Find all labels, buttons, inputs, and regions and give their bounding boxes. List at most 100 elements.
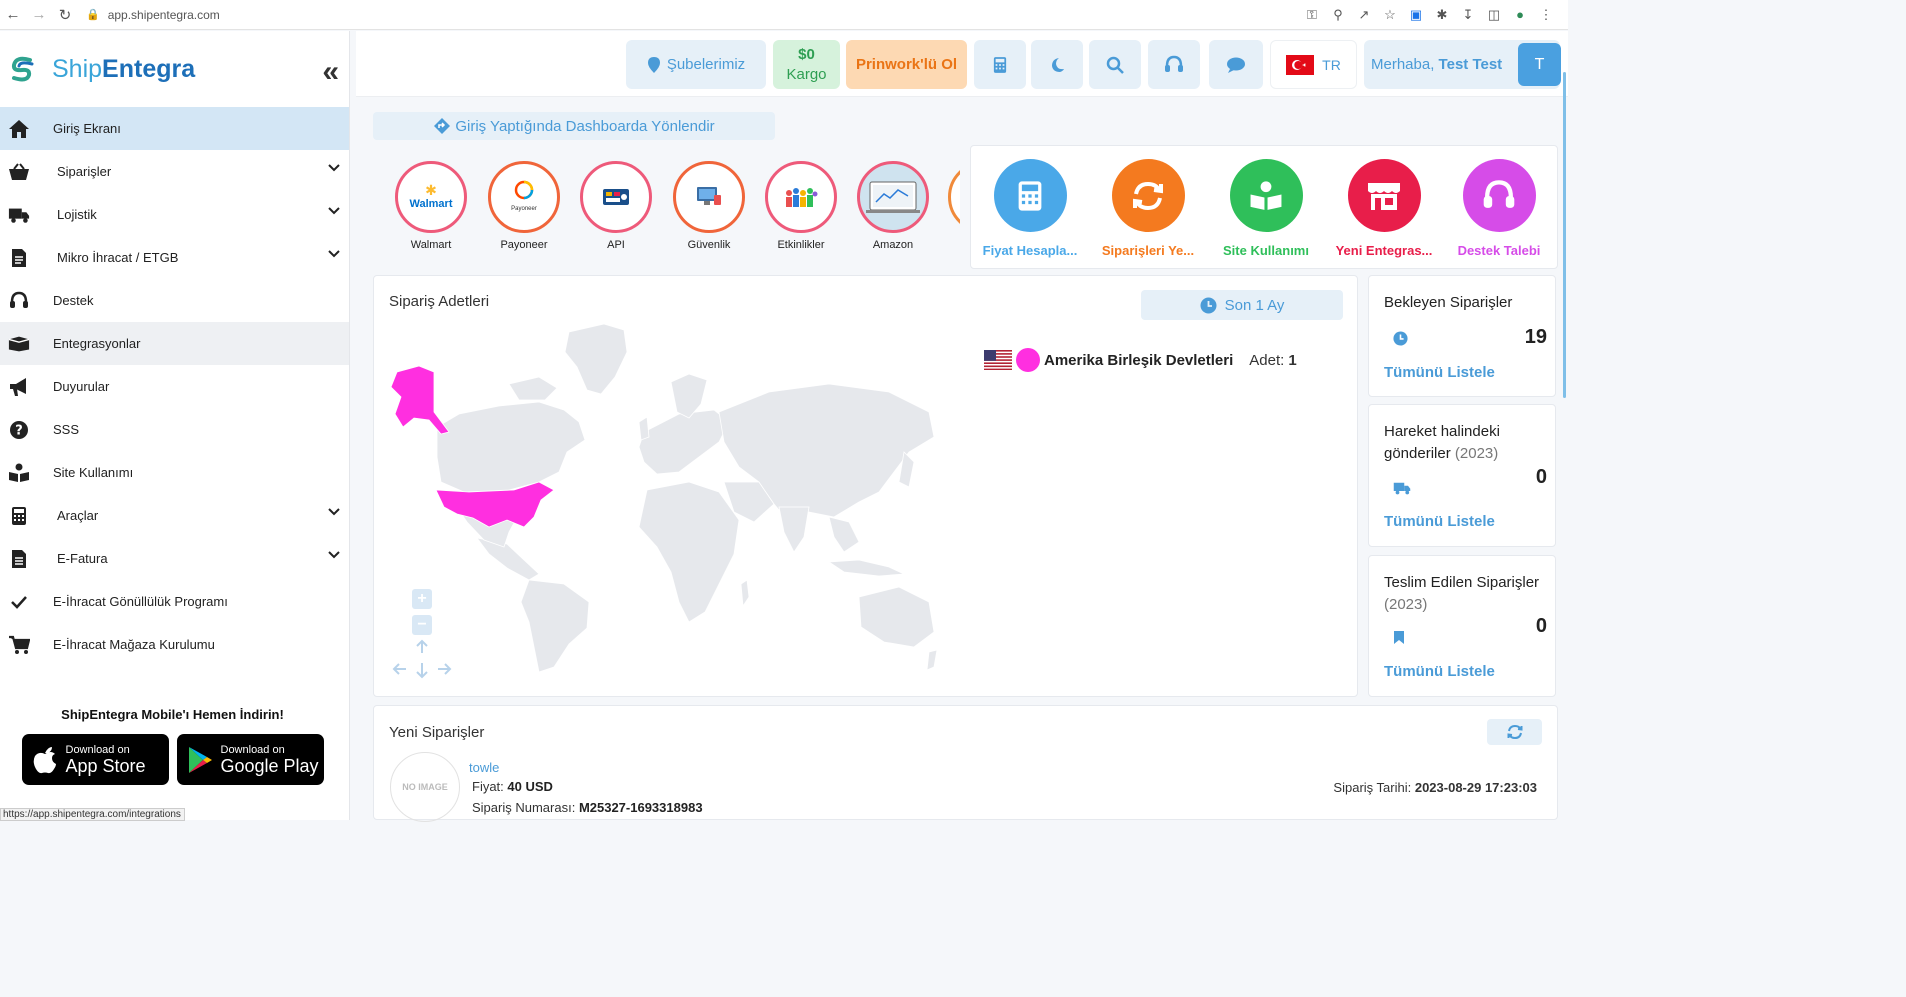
zoom-in-button[interactable]: + [412,589,432,609]
google-play-button[interactable]: Download on Google Play [176,734,324,785]
integration-amazon[interactable]: Amazon [857,161,929,251]
bookmark-icon [1394,631,1404,644]
sidebar-item-orders[interactable]: Siparişler [0,150,349,193]
stat-value: 19 [1524,326,1547,348]
sidebar-item-tools[interactable]: Araçlar [0,494,349,537]
world-map[interactable] [389,322,939,677]
dark-mode-button[interactable] [1031,40,1083,89]
sidebar-item-eexport-store[interactable]: E-İhracat Mağaza Kurulumu [0,623,349,666]
refresh-button[interactable] [1487,719,1542,745]
reader-icon [1229,159,1303,232]
security-logo [673,161,745,233]
megaphone-icon [8,376,30,398]
key-icon[interactable]: ⚿ [1304,7,1320,23]
list-all-link[interactable]: Tümünü Listele [1384,513,1495,530]
forward-icon[interactable]: → [26,2,52,28]
quick-price-calc[interactable]: Fiyat Hesapla... [971,159,1089,258]
sidebar-item-support[interactable]: Destek [0,279,349,322]
cart-icon [8,634,30,656]
collapse-sidebar-icon[interactable]: « [322,55,339,89]
new-orders-card: Yeni Siparişler NO IMAGE towle Fiyat: 40… [373,705,1558,822]
sidebar-item-announcements[interactable]: Duyurular [0,365,349,408]
chat-icon [1227,57,1245,73]
stat-value: 0 [1535,466,1547,488]
avatar[interactable]: T [1518,43,1561,86]
prinwork-button[interactable]: Prinwork'lü Ol [846,40,967,89]
sidebar-item-logistics[interactable]: Lojistik [0,193,349,236]
turkey-flag-icon [1286,54,1315,75]
pan-arrows-icon[interactable] [390,639,454,679]
integration-walmart[interactable]: ✱ Walmart Walmart [395,161,467,251]
cargo-balance-button[interactable]: $0 Kargo [773,40,840,89]
headset-icon [8,290,30,312]
star-icon[interactable]: ☆ [1382,7,1398,23]
browser-actions: ⚿ ⚲ ↗ ☆ ▣ ✱ ↧ ◫ ● ⋮ [1304,7,1554,23]
address-bar[interactable]: 🔒 app.shipentegra.com [86,3,1304,27]
count-label: Adet: [1249,351,1285,369]
integration-events[interactable]: Etkinlikler [765,161,837,251]
menu-icon[interactable]: ⋮ [1538,7,1554,23]
stat-value: 0 [1535,615,1547,637]
invoice-icon [8,548,30,570]
download-icon[interactable]: ↧ [1460,7,1476,23]
product-name-link[interactable]: towle [469,760,499,775]
headset-icon [1462,159,1536,232]
status-url: https://app.shipentegra.com/integrations [0,808,185,821]
dashboard-redirect-toggle[interactable]: Giriş Yaptığında Dashboarda Yönlendir [373,112,775,140]
translate-icon[interactable]: ▣ [1408,7,1424,23]
stat-title: Bekleyen Siparişler [1384,294,1513,311]
sidebar-item-home[interactable]: Giriş Ekranı [0,107,349,150]
integration-api[interactable]: API [580,161,652,251]
integration-partial[interactable] [948,161,960,233]
google-play-icon [185,745,215,775]
integration-payoneer[interactable]: Payoneer Payoneer [488,161,560,251]
quick-site-usage[interactable]: Site Kullanımı [1207,159,1325,258]
zoom-icon[interactable]: ⚲ [1330,7,1346,23]
language-selector[interactable]: TR [1270,40,1357,89]
profile-icon[interactable]: ● [1512,7,1528,23]
support-button[interactable] [1148,40,1200,89]
us-flag-icon [984,350,1012,370]
sidebar-item-micro-export[interactable]: Mikro İhracat / ETGB [0,236,349,279]
sidebar-item-site-usage[interactable]: Site Kullanımı [0,451,349,494]
chat-button[interactable] [1209,40,1263,89]
location-pin-icon [647,56,660,73]
sidebar-item-einvoice[interactable]: E-Fatura [0,537,349,580]
lock-icon: 🔒 [86,9,100,21]
country-name: Amerika Birleşik Devletleri [1044,351,1234,369]
zoom-out-button[interactable]: − [412,615,432,635]
apple-icon [30,745,60,775]
chevron-down-icon [328,551,340,559]
quick-new-integration[interactable]: Yeni Entegras... [1325,159,1443,258]
stat-delivered: Teslim Edilen Siparişler (2023) 0 Tümünü… [1368,555,1556,697]
quick-sync-orders[interactable]: Siparişleri Ye... [1089,159,1207,258]
sidebar-item-eexport-program[interactable]: E-İhracat Gönüllülük Programı [0,580,349,623]
list-all-link[interactable]: Tümünü Listele [1384,663,1495,680]
sidepanel-icon[interactable]: ◫ [1486,7,1502,23]
sidebar-item-integrations[interactable]: Entegrasyonlar [0,322,349,365]
refresh-icon [1507,724,1522,740]
calculator-button[interactable] [974,40,1026,89]
scrollbar[interactable] [1563,72,1566,398]
stat-title: Hareket halindeki gönderiler (2023) [1384,423,1500,462]
share-icon[interactable]: ↗ [1356,7,1372,23]
walmart-logo: ✱ Walmart [395,161,467,233]
mobile-download: ShipEntegra Mobile'ı Hemen İndirin! Down… [0,707,345,785]
document-icon [8,247,30,269]
branches-button[interactable]: Şubelerimiz [626,40,766,89]
search-button[interactable] [1089,40,1141,89]
period-selector[interactable]: Son 1 Ay [1141,290,1343,320]
reload-icon[interactable]: ↻ [52,2,78,28]
list-all-link[interactable]: Tümünü Listele [1384,364,1495,381]
browser-toolbar: ← → ↻ 🔒 app.shipentegra.com ⚿ ⚲ ↗ ☆ ▣ ✱ … [0,0,1568,30]
logo[interactable]: ShipEntegra [0,31,349,107]
app-store-button[interactable]: Download on App Store [21,734,169,785]
sidebar-item-faq[interactable]: ? SSS [0,408,349,451]
back-icon[interactable]: ← [0,2,26,28]
quick-support-ticket[interactable]: Destek Talebi [1440,159,1558,258]
amazon-logo [857,161,929,233]
map-zoom-controls: + − [412,589,432,635]
direction-icon [434,118,451,134]
integration-security[interactable]: Güvenlik [673,161,745,251]
extensions-icon[interactable]: ✱ [1434,7,1450,23]
